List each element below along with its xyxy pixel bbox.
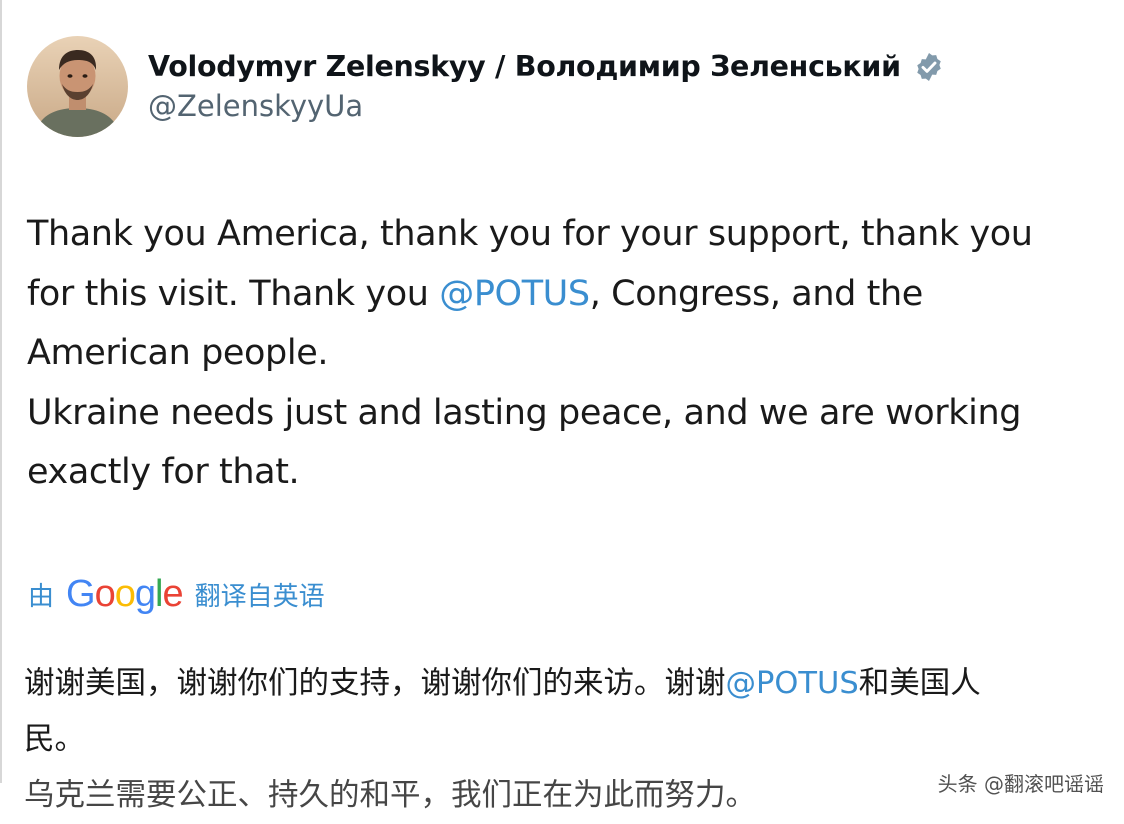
translated-text-segment: 谢谢美国，谢谢你们的支持，谢谢你们的来访。谢谢 [24, 666, 726, 701]
avatar[interactable] [27, 36, 128, 137]
tweet-line: for this visit. Thank you @POTUS, Congre… [27, 265, 1112, 325]
tweet-line: exactly for that. [27, 452, 300, 492]
translation-suffix: 翻译自英语 [194, 581, 325, 612]
translated-line: 民。 [24, 722, 85, 757]
tweet-body: Thank you America, thank you for your su… [27, 205, 1112, 503]
translated-body: 谢谢美国，谢谢你们的支持，谢谢你们的来访。谢谢@POTUS和美国人 民。 乌克兰… [24, 656, 1114, 824]
google-logo-letter: e [162, 573, 183, 615]
google-logo: Google [66, 573, 184, 615]
translated-text-segment: 和美国人 [858, 666, 981, 701]
potus-mention-link[interactable]: @POTUS [439, 274, 590, 314]
verified-badge-icon[interactable] [913, 51, 945, 83]
screenshot-border [0, 0, 2, 783]
translated-potus-mention-link[interactable]: @POTUS [726, 666, 859, 701]
display-name[interactable]: Volodymyr Zelenskyy / Володимир Зеленськ… [148, 50, 901, 83]
google-logo-letter: g [134, 573, 156, 615]
tweet-line: American people. [27, 333, 329, 373]
tweet-text-segment: for this visit. Thank you [27, 273, 440, 314]
translation-attribution[interactable]: 由 Google 翻译自英语 [28, 575, 325, 613]
google-logo-letter: o [114, 573, 136, 615]
google-logo-letter: G [66, 573, 96, 615]
user-handle[interactable]: @ZelenskyyUa [148, 89, 945, 123]
google-logo-letter: o [94, 573, 116, 615]
translated-line: 谢谢美国，谢谢你们的支持，谢谢你们的来访。谢谢@POTUS和美国人 [24, 656, 1114, 712]
display-name-row: Volodymyr Zelenskyy / Володимир Зеленськ… [148, 50, 945, 83]
translation-prefix: 由 [28, 581, 55, 612]
tweet-line: Ukraine needs just and lasting peace, an… [27, 392, 1022, 433]
tweet-header: Volodymyr Zelenskyy / Володимир Зеленськ… [27, 36, 945, 137]
tweet-line: Thank you America, thank you for your su… [27, 214, 1033, 254]
author-names: Volodymyr Zelenskyy / Володимир Зеленськ… [148, 50, 945, 123]
profile-photo [27, 36, 128, 137]
tweet-text-segment: , Congress, and the [589, 273, 924, 314]
